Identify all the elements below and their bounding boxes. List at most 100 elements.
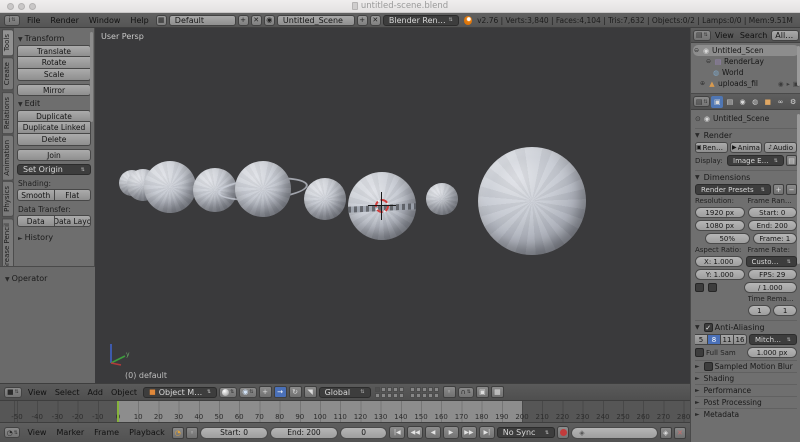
render-animation-button[interactable]: ▶ Anima	[729, 142, 763, 153]
scene-icon-button[interactable]: ◉	[263, 14, 275, 26]
tab-scene[interactable]: ◉	[737, 96, 749, 108]
outliner-item-renderlayer[interactable]: ⊖ ▤ RenderLay	[693, 56, 799, 67]
tab-constraints[interactable]: ∞	[775, 96, 787, 108]
tool-shelf-tab[interactable]: Animation	[2, 134, 14, 181]
jump-to-start-button[interactable]: |◀	[389, 426, 406, 439]
layer-toggle[interactable]	[392, 386, 398, 392]
render-presets-select[interactable]: Render Presets ⇅	[695, 184, 771, 195]
editor-type-button-properties[interactable]: ▤ ⇅	[693, 96, 711, 107]
delete-scene-button[interactable]: ✕	[369, 14, 381, 26]
mode-select[interactable]: ■ Object Mode ⇅	[143, 386, 218, 398]
manipulator-axis-icon[interactable]: +	[258, 386, 272, 398]
mirror-button[interactable]: Mirror	[17, 84, 91, 96]
layer-toggle[interactable]	[398, 386, 404, 392]
filter-size-field[interactable]: 1.000 px	[747, 347, 797, 358]
add-scene-button[interactable]: +	[356, 14, 368, 26]
panel-checkbox[interactable]	[703, 362, 713, 371]
aa-sample-button[interactable]: 5	[695, 334, 708, 345]
antialiasing-checkbox[interactable]: ✓	[703, 323, 713, 332]
layer-toggle[interactable]	[427, 386, 433, 392]
aa-sample-button[interactable]: 8	[708, 334, 721, 345]
scale-button[interactable]: Scale	[17, 69, 91, 81]
data-button[interactable]: Data	[17, 215, 55, 227]
display-lock-button[interactable]: ▤	[786, 155, 797, 166]
aa-sample-button[interactable]: 16	[734, 334, 747, 345]
layer-toggle[interactable]	[386, 386, 392, 392]
transform-panel-header[interactable]: ▼ Transform	[18, 34, 91, 43]
rotate-button[interactable]: Rotate	[17, 57, 91, 69]
layer-toggle[interactable]	[415, 392, 421, 398]
join-button[interactable]: Join	[17, 149, 91, 161]
frame-start-field[interactable]: Start: 0	[200, 426, 269, 439]
display-mode-select[interactable]: Image Edi... ⇅	[727, 155, 784, 166]
play-reverse-button[interactable]: ◀	[425, 426, 442, 439]
layer-toggle[interactable]	[421, 392, 427, 398]
time-remap-new-field[interactable]: 1	[773, 305, 797, 316]
crop-checkbox[interactable]	[708, 283, 717, 292]
menu-item[interactable]: Search	[737, 31, 770, 40]
timeline-ruler[interactable]: -50-40-30-20-100102030405060708090100110…	[0, 401, 690, 423]
tab-render[interactable]: ▣	[711, 95, 724, 108]
layer-toggle[interactable]	[427, 392, 433, 398]
outliner-item-scene[interactable]: ⊖ ◉ Untitled_Scen	[693, 45, 799, 56]
duplicate-button[interactable]: Duplicate	[17, 110, 91, 122]
delete-button[interactable]: Delete	[17, 134, 91, 146]
aa-filter-select[interactable]: Mitchell-... ⇅	[749, 334, 797, 345]
render-engine-select[interactable]: Blender Render ⇅	[382, 14, 459, 26]
collapsed-panel-header[interactable]: ► Performance	[695, 384, 797, 396]
layer-toggle[interactable]	[392, 392, 398, 398]
layer-grid-left[interactable]	[374, 386, 404, 398]
tab-object[interactable]: ■	[762, 96, 774, 108]
collapsed-panel-header[interactable]: ► Post Processing	[695, 396, 797, 408]
tool-shelf-scrollbar[interactable]	[90, 32, 93, 122]
collapsed-panel-header[interactable]: ► Shading	[695, 372, 797, 384]
menu-item[interactable]: Frame	[89, 428, 124, 437]
add-preset-button[interactable]: +	[773, 184, 784, 195]
scene-field[interactable]: Untitled_Scene	[276, 14, 355, 26]
border-checkbox[interactable]	[695, 283, 704, 292]
layer-toggle[interactable]	[433, 392, 439, 398]
tab-render-layers[interactable]: ▤	[724, 96, 736, 108]
editor-type-button-3dview[interactable]: ■ ⇅	[4, 386, 22, 398]
layer-toggle[interactable]	[380, 386, 386, 392]
tool-shelf-tab[interactable]: Relations	[2, 91, 14, 134]
add-layout-button[interactable]: +	[237, 14, 249, 26]
layer-toggle[interactable]	[409, 386, 415, 392]
snap-select[interactable]: ∩ ⇅	[457, 386, 474, 398]
menu-item[interactable]: Window	[84, 16, 126, 25]
editor-type-button-timeline[interactable]: ◔ ⇅	[4, 427, 21, 438]
set-origin-select[interactable]: Set Origin ⇅	[17, 164, 91, 175]
data-layout-button[interactable]: Data Layo	[54, 215, 91, 227]
jump-to-end-button[interactable]: ▶|	[478, 426, 495, 439]
render-opengl-anim-button[interactable]: ▦	[490, 386, 504, 398]
collapse-icon[interactable]: ⊖	[705, 58, 712, 65]
transform-orientation-select[interactable]: Global ⇅	[318, 386, 371, 398]
menu-item[interactable]: Marker	[51, 428, 89, 437]
layer-toggle[interactable]	[398, 392, 404, 398]
selectability-pointer-icon[interactable]: ▸	[787, 80, 790, 88]
fps-preset-select[interactable]: Custom (... ⇅	[745, 256, 797, 267]
resolution-y-field[interactable]: 1080 px	[695, 220, 745, 231]
sync-mode-select[interactable]: No Sync ⇅	[496, 427, 556, 438]
frame-start-prop-field[interactable]: Start: 0	[747, 207, 797, 218]
layer-toggle[interactable]	[433, 386, 439, 392]
render-opengl-image-button[interactable]: ▣	[475, 386, 489, 398]
tool-shelf-tab[interactable]: Physics	[2, 181, 14, 218]
current-frame-field[interactable]: 0	[339, 426, 388, 439]
menu-item[interactable]: Object	[107, 388, 141, 397]
aspect-y-field[interactable]: Y: 1.000	[695, 269, 745, 280]
tab-modifiers[interactable]: ⚙	[787, 96, 799, 108]
lock-layers-icon[interactable]: ◦	[442, 386, 456, 398]
fps-field[interactable]: FPS: 29	[747, 269, 797, 280]
frame-end-prop-field[interactable]: End: 200	[747, 220, 797, 231]
edit-panel-header[interactable]: ▼ Edit	[18, 99, 91, 108]
menu-item[interactable]: Render	[45, 16, 83, 25]
fps-base-field[interactable]: / 1.000	[743, 282, 797, 293]
outliner-item-world[interactable]: ◍ World	[693, 67, 799, 78]
jump-prev-keyframe-button[interactable]: ◀◀	[407, 426, 424, 439]
collapsed-panel-header[interactable]: ► Sampled Motion Blur	[695, 360, 797, 372]
resolution-x-field[interactable]: 1920 px	[695, 207, 745, 218]
render-panel-header[interactable]: ▼ Render	[695, 128, 797, 140]
screen-layout-field[interactable]: Default	[168, 14, 236, 26]
mesh-sphere[interactable]	[478, 147, 586, 255]
